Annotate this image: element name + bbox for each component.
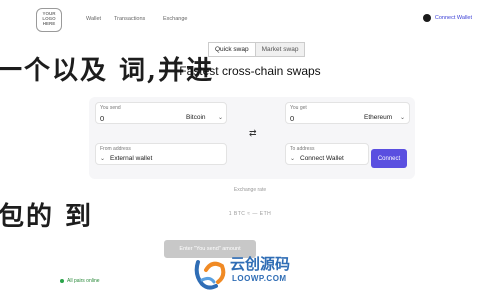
header-connect-label: Connect Wallet bbox=[434, 15, 472, 21]
swap-icon[interactable]: ⇄ bbox=[249, 128, 257, 139]
get-label: You get bbox=[290, 105, 307, 111]
exchange-rate-label: Exchange rate bbox=[233, 187, 267, 193]
status-footer: All pairs online bbox=[60, 278, 100, 284]
send-amount: 0 bbox=[100, 114, 105, 123]
swap-card: You send 0 Bitcoin ⌄ ⇄ You get 0 Ethereu… bbox=[89, 97, 415, 179]
nav-exchange[interactable]: Exchange bbox=[163, 16, 187, 22]
send-label: You send bbox=[100, 105, 121, 111]
nav-transactions[interactable]: Transactions bbox=[114, 16, 145, 22]
chevron-down-icon: ⌄ bbox=[290, 156, 296, 162]
header-connect-wallet-button[interactable]: Connect Wallet bbox=[422, 14, 472, 22]
connect-button[interactable]: Connect bbox=[371, 149, 407, 168]
chevron-down-icon: ⌄ bbox=[400, 115, 406, 121]
to-address-field[interactable]: To address ⌄ Connect Wallet bbox=[285, 143, 369, 165]
brand-name: 云创源码 bbox=[230, 255, 291, 273]
chevron-down-icon: ⌄ bbox=[218, 115, 224, 121]
from-value: External wallet bbox=[110, 155, 153, 162]
get-field[interactable]: You get 0 Ethereum ⌄ bbox=[285, 102, 410, 124]
tab-quick-swap[interactable]: Quick swap bbox=[208, 42, 256, 57]
status-dot-icon bbox=[60, 279, 64, 283]
brand-url: LOOWP.COM bbox=[232, 274, 287, 283]
logo-line3: HERE bbox=[42, 21, 56, 26]
top-header: YOUR LOGO HERE Wallet Transactions Excha… bbox=[0, 0, 500, 38]
get-currency: Ethereum bbox=[364, 114, 393, 121]
watermark-text-bottom: 包的 到 bbox=[0, 202, 94, 232]
to-value: Connect Wallet bbox=[300, 155, 344, 162]
send-field[interactable]: You send 0 Bitcoin ⌄ bbox=[95, 102, 227, 124]
get-amount: 0 bbox=[290, 114, 295, 123]
swap-mode-tabs: Quick swap Market swap bbox=[208, 42, 306, 57]
wallet-icon bbox=[422, 14, 431, 22]
chevron-down-icon: ⌄ bbox=[100, 156, 106, 162]
send-currency: Bitcoin bbox=[186, 114, 206, 121]
page-subtitle: Fastest cross-chain swaps bbox=[179, 64, 321, 78]
cloud-logo-icon bbox=[194, 260, 226, 290]
from-label: From address bbox=[100, 146, 131, 152]
to-label: To address bbox=[290, 146, 315, 152]
nav-wallet[interactable]: Wallet bbox=[86, 16, 101, 22]
from-address-field[interactable]: From address ⌄ External wallet bbox=[95, 143, 227, 165]
tab-market-swap[interactable]: Market swap bbox=[255, 42, 306, 57]
logo[interactable]: YOUR LOGO HERE bbox=[36, 8, 62, 32]
status-text: All pairs online bbox=[67, 278, 100, 284]
